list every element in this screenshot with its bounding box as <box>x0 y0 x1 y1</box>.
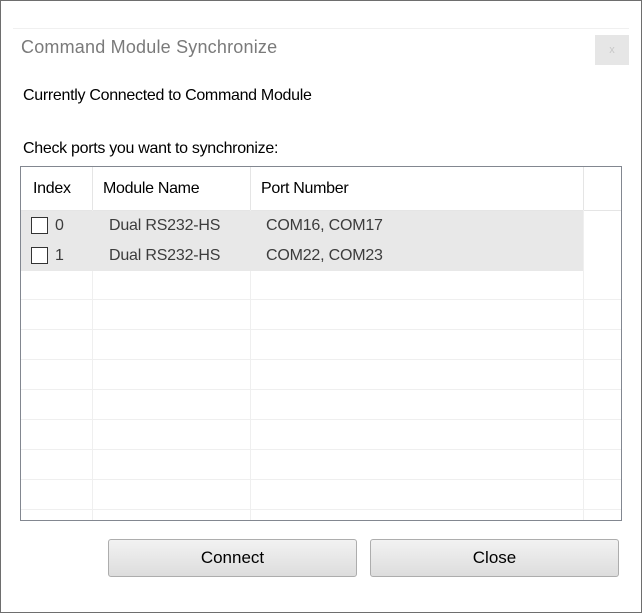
connect-button[interactable]: Connect <box>108 539 357 577</box>
grid-line <box>21 390 621 420</box>
row-module-name: Dual RS232-HS <box>109 217 221 234</box>
grid-line <box>21 270 621 300</box>
grid-line <box>21 420 621 450</box>
column-divider[interactable] <box>583 167 584 210</box>
connection-status-label: Currently Connected to Command Module <box>23 87 312 104</box>
column-header-module-name[interactable]: Module Name <box>103 167 200 210</box>
title-bar-divider <box>13 28 629 29</box>
row-checkbox[interactable] <box>31 217 48 234</box>
row-index: 0 <box>55 217 64 234</box>
grid-line <box>21 450 621 480</box>
synchronize-dialog: Command Module Synchronize x Currently C… <box>0 0 642 613</box>
close-button[interactable]: Close <box>370 539 619 577</box>
grid-line <box>21 360 621 390</box>
close-icon: x <box>609 44 615 56</box>
port-row[interactable]: 0 Dual RS232-HS COM16, COM17 <box>21 211 583 241</box>
port-row[interactable]: 1 Dual RS232-HS COM22, COM23 <box>21 241 583 271</box>
listview-header: Index Module Name Port Number <box>21 167 621 211</box>
window-title: Command Module Synchronize <box>21 37 278 57</box>
ports-listview[interactable]: Index Module Name Port Number 0 Dual RS2… <box>20 166 622 521</box>
row-port-number: COM16, COM17 <box>266 217 383 234</box>
instructions-label: Check ports you want to synchronize: <box>23 140 279 157</box>
grid-line <box>21 480 621 510</box>
title-bar[interactable]: Command Module Synchronize x <box>1 1 641 65</box>
row-port-number: COM22, COM23 <box>266 247 383 264</box>
grid-line <box>21 300 621 330</box>
title-close-button[interactable]: x <box>595 35 629 65</box>
grid-line <box>21 330 621 360</box>
row-checkbox[interactable] <box>31 247 48 264</box>
column-divider[interactable] <box>250 167 251 210</box>
row-module-name: Dual RS232-HS <box>109 247 221 264</box>
row-index: 1 <box>55 247 64 264</box>
column-header-index[interactable]: Index <box>33 167 71 210</box>
column-header-port-number[interactable]: Port Number <box>261 167 349 210</box>
column-divider[interactable] <box>92 167 93 210</box>
